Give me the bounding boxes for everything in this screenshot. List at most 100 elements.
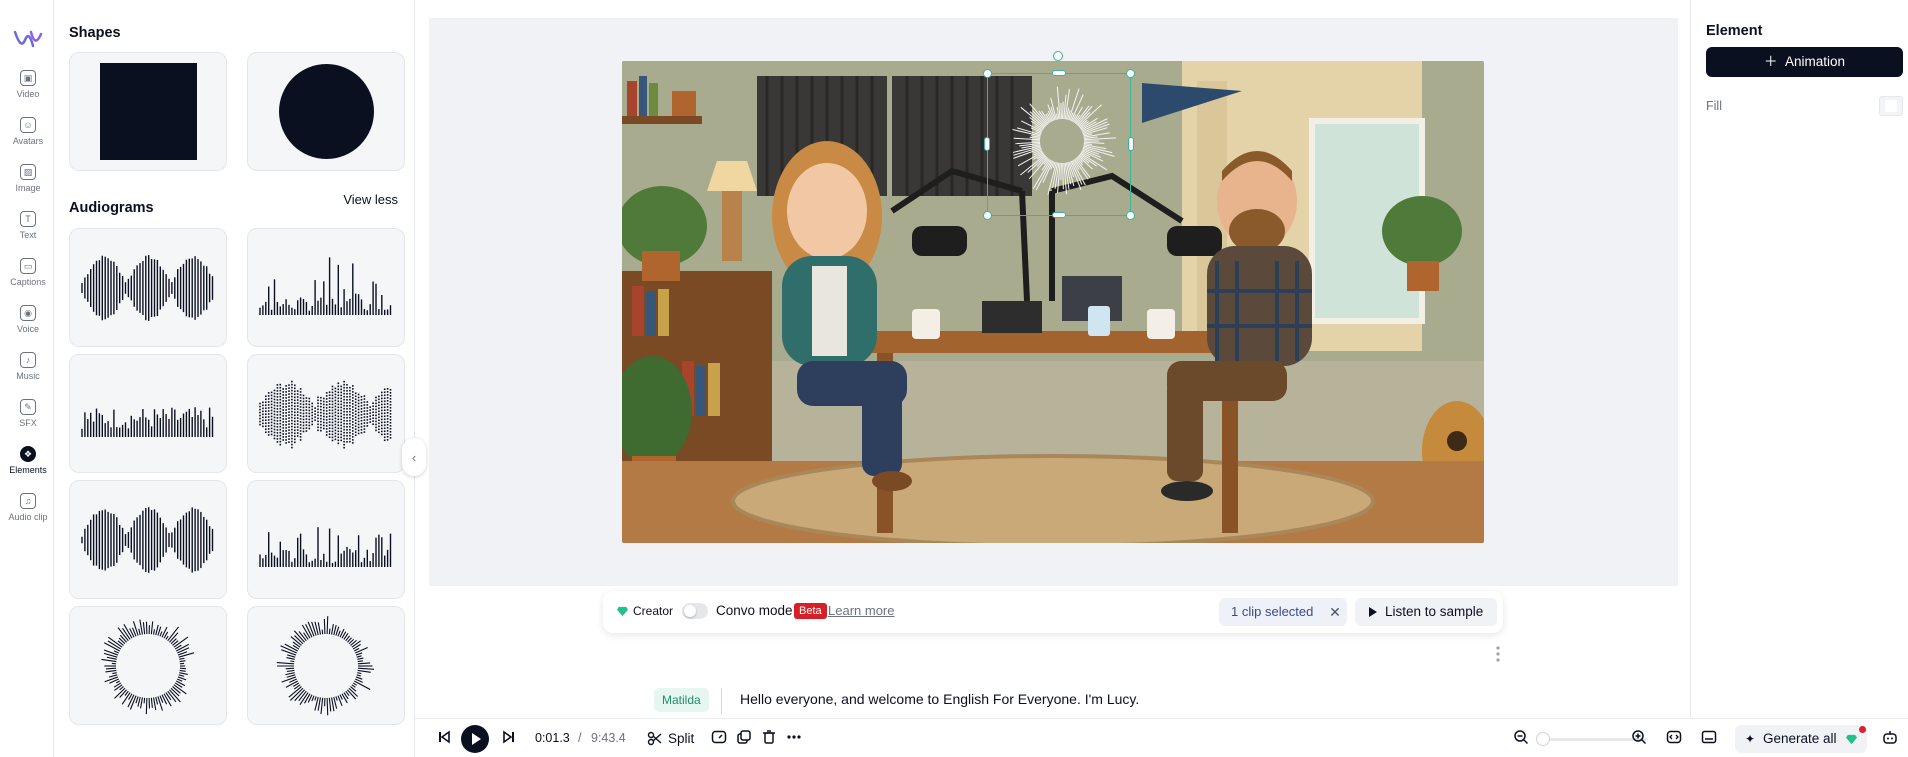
rail-item-text[interactable]: T Text <box>2 211 54 255</box>
resize-handle-bottom-left[interactable] <box>983 211 992 220</box>
chevron-left-icon: ‹ <box>411 449 417 465</box>
resize-handle-left[interactable] <box>984 137 990 151</box>
rail-item-label: Image <box>15 183 41 193</box>
convo-mode-label: Convo mode <box>716 603 793 618</box>
split-button[interactable]: Split <box>641 725 700 751</box>
properties-panel: Element ＋ Animation Fill <box>1690 0 1908 718</box>
zoom-in-icon[interactable] <box>1631 729 1647 745</box>
total-time: 9:43.4 <box>591 731 626 745</box>
rail-item-sfx[interactable]: ✎ SFX <box>2 399 54 443</box>
audiograms-heading: Audiograms <box>69 200 154 216</box>
symmetric-waveform-icon <box>81 254 214 321</box>
subtitles-view-icon[interactable] <box>1701 729 1717 745</box>
generate-all-button[interactable]: ✦ Generate all <box>1735 725 1867 753</box>
element-panel-title: Element <box>1706 23 1763 39</box>
shapes-heading: Shapes <box>69 25 121 41</box>
fill-color-swatch[interactable] <box>1879 96 1903 116</box>
zoom-out-icon[interactable] <box>1513 729 1529 745</box>
more-options-icon[interactable] <box>786 729 802 745</box>
rotate-handle[interactable] <box>1053 51 1063 61</box>
radial-waveform-icon <box>101 618 195 714</box>
drag-handle-icon[interactable] <box>1495 645 1501 663</box>
sfx-icon: ✎ <box>20 399 36 415</box>
audiogram-tile-4[interactable] <box>247 354 405 473</box>
rail-item-label: Avatars <box>12 136 44 146</box>
rail-item-image[interactable]: ▨ Image <box>2 164 54 208</box>
skip-back-icon[interactable] <box>436 729 452 745</box>
elements-panel: Shapes Audiograms View less <box>55 0 415 757</box>
voice-icon: ◉ <box>20 305 36 321</box>
script-line[interactable]: Hello everyone, and welcome to English F… <box>740 691 1139 707</box>
text-icon: T <box>20 211 36 227</box>
rail-item-label: SFX <box>19 418 37 428</box>
rail-item-label: Captions <box>10 277 46 287</box>
audiogram-tile-2[interactable] <box>247 228 405 347</box>
selected-element-frame[interactable] <box>987 73 1131 216</box>
learn-more-link[interactable]: Learn more <box>828 603 894 618</box>
avatar-icon: ☺ <box>20 117 36 133</box>
rail-item-music[interactable]: ♪ Music <box>2 352 54 396</box>
rail-item-video[interactable]: ▣ Video <box>2 70 54 114</box>
resize-handle-top[interactable] <box>1052 70 1066 76</box>
skip-forward-icon[interactable] <box>501 729 517 745</box>
beta-badge: Beta <box>794 603 827 619</box>
spectrum-waveform-icon <box>81 406 214 437</box>
generate-all-label: Generate all <box>1763 731 1837 746</box>
bar-waveform-icon <box>259 526 392 567</box>
rail-item-label: Text <box>19 230 37 240</box>
rail-item-captions[interactable]: ▭ Captions <box>2 258 54 302</box>
app-logo-icon[interactable] <box>13 28 43 52</box>
bar-waveform-icon <box>259 256 392 315</box>
speed-icon[interactable] <box>711 729 727 745</box>
rail-item-audio-clip[interactable]: ♫ Audio clip <box>2 493 54 537</box>
robot-assistant-icon[interactable] <box>1882 729 1898 745</box>
rail-item-label: Video <box>16 89 40 99</box>
gem-icon <box>1845 734 1857 745</box>
speaker-tag[interactable]: Matilda <box>654 688 709 712</box>
resize-handle-right[interactable] <box>1128 137 1134 151</box>
convo-mode-toggle[interactable] <box>682 603 708 619</box>
audiogram-tile-1[interactable] <box>69 228 227 347</box>
audiogram-tile-3[interactable] <box>69 354 227 473</box>
shape-square-tile[interactable] <box>69 52 227 171</box>
clear-selection-icon[interactable]: ✕ <box>1325 602 1345 622</box>
collapse-panel-button[interactable]: ‹ <box>402 438 426 476</box>
audiogram-tile-6[interactable] <box>247 480 405 599</box>
view-less-link[interactable]: View less <box>340 192 398 214</box>
audiogram-tile-5[interactable] <box>69 480 227 599</box>
play-icon <box>1369 607 1377 617</box>
audiogram-tile-7[interactable] <box>69 606 227 725</box>
scissors-icon <box>647 731 662 745</box>
plus-icon: ＋ <box>1763 54 1778 69</box>
resize-handle-top-right[interactable] <box>1126 69 1135 78</box>
animation-label: Animation <box>1784 54 1846 69</box>
image-icon: ▨ <box>20 164 36 180</box>
creator-plan-badge: Creator <box>617 604 673 618</box>
audiogram-tile-8[interactable] <box>247 606 405 725</box>
resize-handle-bottom-right[interactable] <box>1126 211 1135 220</box>
dotted-waveform-icon <box>259 380 392 448</box>
split-label: Split <box>668 730 695 746</box>
sparkle-icon: ✦ <box>1745 732 1756 746</box>
notification-dot <box>1859 726 1866 733</box>
rail-item-avatars[interactable]: ☺ Avatars <box>2 117 54 161</box>
zoom-slider-knob[interactable] <box>1536 732 1550 746</box>
listen-label: Listen to sample <box>1385 604 1484 619</box>
script-control-bar: Creator Convo mode Beta Learn more 1 cli… <box>603 591 1503 633</box>
rail-item-elements[interactable]: ❖ Elements <box>2 446 54 490</box>
rail-item-voice[interactable]: ◉ Voice <box>2 305 54 349</box>
play-button[interactable] <box>461 725 489 753</box>
fill-label: Fill <box>1706 99 1722 113</box>
left-nav-rail: ▣ Video ☺ Avatars ▨ Image T Text ▭ Captions ◉ Voice… <box>0 0 54 757</box>
resize-handle-top-left[interactable] <box>983 69 992 78</box>
resize-handle-bottom[interactable] <box>1052 212 1066 218</box>
shape-circle-tile[interactable] <box>247 52 405 171</box>
gem-icon <box>617 606 628 616</box>
listen-to-sample-button[interactable]: Listen to sample <box>1355 598 1498 626</box>
fit-to-screen-icon[interactable] <box>1666 729 1682 745</box>
add-animation-button[interactable]: ＋ Animation <box>1706 47 1903 77</box>
duplicate-icon[interactable] <box>736 729 752 745</box>
current-time: 0:01.3 <box>535 731 570 745</box>
trash-icon[interactable] <box>761 729 777 745</box>
audio-clip-icon: ♫ <box>20 493 36 509</box>
